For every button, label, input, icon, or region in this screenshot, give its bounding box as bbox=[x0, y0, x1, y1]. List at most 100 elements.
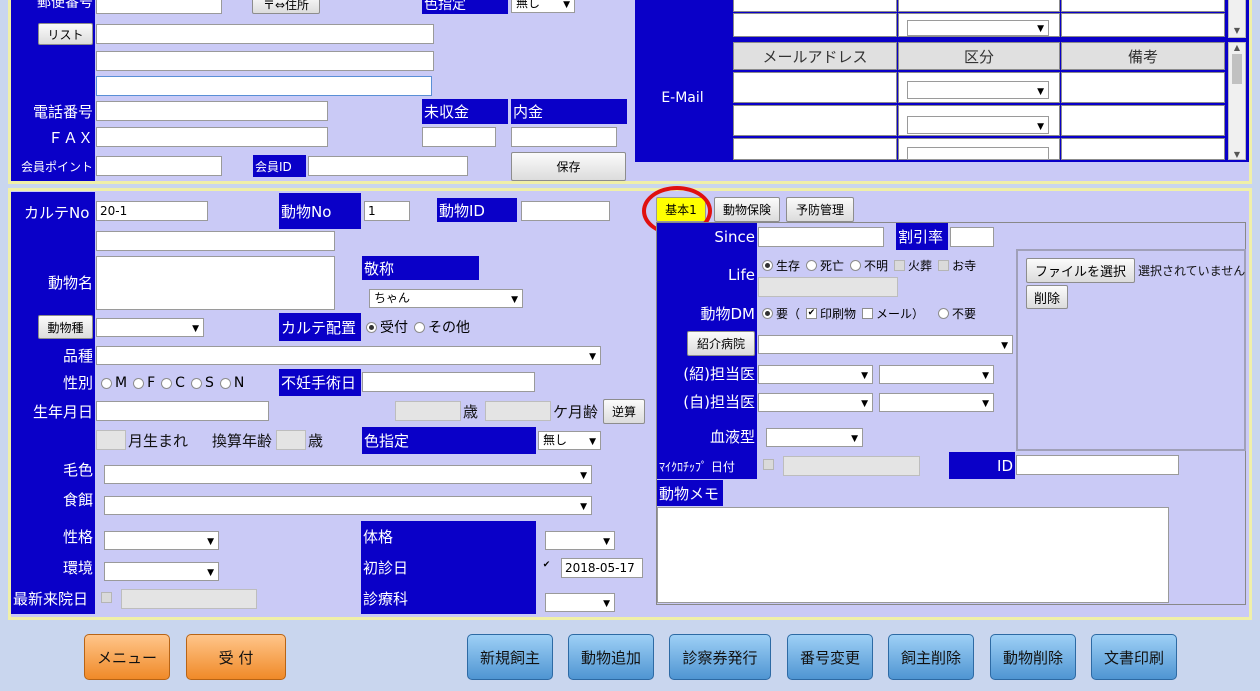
referral-doctor-select-2[interactable]: ▼ bbox=[879, 365, 994, 384]
life-check-temple[interactable] bbox=[938, 259, 950, 271]
issue-card-button[interactable]: 診察券発行 bbox=[669, 634, 771, 680]
member-id-input[interactable] bbox=[308, 156, 468, 176]
owner-color-select[interactable]: 無し ▼ bbox=[511, 0, 575, 13]
sex-radio-n[interactable] bbox=[219, 377, 231, 389]
email-type-select-1[interactable]: ▼ bbox=[907, 81, 1049, 99]
animal-memo-textarea[interactable] bbox=[657, 507, 1169, 603]
change-number-button[interactable]: 番号変更 bbox=[787, 634, 873, 680]
unpaid-input[interactable] bbox=[422, 127, 496, 147]
fax-input[interactable] bbox=[96, 127, 328, 147]
phone-row-cell-a2[interactable] bbox=[733, 13, 897, 37]
honorific-select[interactable]: ちゃん ▼ bbox=[369, 289, 523, 308]
sex-radio-f[interactable] bbox=[133, 377, 145, 389]
email-address-1[interactable] bbox=[733, 72, 897, 103]
postal-input[interactable] bbox=[96, 0, 222, 14]
choose-file-button[interactable]: ファイルを選択 bbox=[1026, 258, 1135, 283]
chart-place-radio-other[interactable] bbox=[414, 321, 425, 333]
own-doctor-select-2[interactable]: ▼ bbox=[879, 393, 994, 412]
email-notes-1[interactable] bbox=[1061, 72, 1225, 103]
scroll-down-icon[interactable]: ▼ bbox=[1229, 150, 1245, 159]
species-button[interactable]: 動物種 bbox=[38, 315, 93, 339]
email-type-select-3[interactable] bbox=[907, 147, 1049, 160]
email-type-select-2[interactable]: ▼ bbox=[907, 116, 1049, 134]
reception-button[interactable]: 受 付 bbox=[186, 634, 286, 680]
dm-check-mail[interactable] bbox=[862, 307, 874, 319]
age-years-input[interactable] bbox=[395, 401, 461, 421]
chart-no-input[interactable]: 20-1 bbox=[96, 201, 208, 221]
phone-row-cell-b1[interactable] bbox=[898, 0, 1060, 12]
species-select[interactable]: ▼ bbox=[96, 318, 204, 337]
since-input[interactable] bbox=[758, 227, 884, 247]
last-visit-input[interactable] bbox=[121, 589, 257, 609]
food-select[interactable]: ▼ bbox=[104, 496, 592, 515]
animal-id-input[interactable] bbox=[521, 201, 610, 221]
print-docs-button[interactable]: 文書印刷 bbox=[1091, 634, 1177, 680]
sex-radio-c[interactable] bbox=[161, 377, 173, 389]
new-owner-button[interactable]: 新規飼主 bbox=[467, 634, 553, 680]
chart-place-radio-reception[interactable] bbox=[366, 321, 377, 333]
build-select[interactable]: ▼ bbox=[545, 531, 615, 550]
animal-no-input[interactable]: 1 bbox=[364, 201, 410, 221]
department-select[interactable]: ▼ bbox=[545, 593, 615, 612]
life-radio-dead[interactable] bbox=[806, 259, 818, 271]
address-line-1[interactable] bbox=[96, 24, 434, 44]
email-scrollbar[interactable]: ▲ ▼ bbox=[1228, 42, 1246, 160]
reverse-calc-button[interactable]: 逆算 bbox=[603, 399, 645, 424]
chip-id-input[interactable] bbox=[1016, 455, 1179, 475]
scroll-down-icon[interactable]: ▼ bbox=[1229, 26, 1245, 35]
converted-age-input[interactable] bbox=[276, 430, 306, 450]
phone-row-cell-c2[interactable] bbox=[1061, 13, 1225, 37]
file-delete-button[interactable]: 削除 bbox=[1026, 285, 1068, 309]
dm-radio-not-required[interactable] bbox=[938, 307, 950, 319]
temperament-select[interactable]: ▼ bbox=[104, 531, 219, 550]
dm-check-print[interactable]: ✔ bbox=[806, 307, 818, 319]
phone-input[interactable] bbox=[96, 101, 328, 121]
list-button[interactable]: リスト bbox=[38, 23, 93, 45]
own-doctor-select-1[interactable]: ▼ bbox=[758, 393, 873, 412]
email-scrollbar-top[interactable]: ▼ bbox=[1228, 0, 1246, 38]
animal-kana-input[interactable] bbox=[96, 231, 335, 251]
animal-color-select[interactable]: 無し ▼ bbox=[538, 431, 601, 450]
coat-color-select[interactable]: ▼ bbox=[104, 465, 592, 484]
dm-radio-required[interactable] bbox=[762, 307, 773, 319]
referral-doctor-select-1[interactable]: ▼ bbox=[758, 365, 873, 384]
referral-hospital-button[interactable]: 紹介病院 bbox=[687, 331, 755, 356]
scroll-thumb[interactable] bbox=[1232, 54, 1242, 84]
animal-name-textarea[interactable] bbox=[96, 256, 335, 310]
blood-type-select[interactable]: ▼ bbox=[766, 428, 863, 447]
address-line-3[interactable] bbox=[96, 76, 432, 96]
life-check-cremation[interactable] bbox=[894, 259, 906, 271]
life-radio-unknown[interactable] bbox=[850, 259, 862, 271]
scroll-up-icon[interactable]: ▲ bbox=[1229, 43, 1245, 52]
last-visit-checkbox[interactable] bbox=[101, 592, 112, 603]
life-date-input[interactable] bbox=[758, 277, 898, 297]
deposit-input[interactable] bbox=[511, 127, 617, 147]
referral-hospital-select[interactable]: ▼ bbox=[758, 335, 1013, 354]
phone-row-cell-c1[interactable] bbox=[1061, 0, 1225, 12]
age-months-input[interactable] bbox=[485, 401, 551, 421]
discount-input[interactable] bbox=[950, 227, 994, 247]
email-address-2[interactable] bbox=[733, 105, 897, 136]
phone-type-select[interactable]: ▼ bbox=[907, 20, 1049, 36]
email-address-3[interactable] bbox=[733, 138, 897, 160]
tab-prevention[interactable]: 予防管理 bbox=[786, 197, 854, 222]
delete-owner-button[interactable]: 飼主削除 bbox=[888, 634, 974, 680]
life-radio-alive[interactable] bbox=[762, 259, 773, 271]
first-visit-checkbox[interactable]: ✔ bbox=[541, 561, 552, 572]
chip-date-input[interactable] bbox=[783, 456, 920, 476]
sex-radio-m[interactable] bbox=[101, 377, 112, 389]
environment-select[interactable]: ▼ bbox=[104, 562, 219, 581]
address-line-2[interactable] bbox=[96, 51, 434, 71]
tab-animal-insurance[interactable]: 動物保険 bbox=[714, 197, 780, 222]
points-input[interactable] bbox=[96, 156, 222, 176]
birth-month-input[interactable] bbox=[96, 430, 126, 450]
phone-row-cell-a1[interactable] bbox=[733, 0, 897, 12]
neuter-date-input[interactable] bbox=[362, 372, 535, 392]
delete-animal-button[interactable]: 動物削除 bbox=[990, 634, 1076, 680]
postal-address-button[interactable]: 〒⇔住所 bbox=[252, 0, 320, 14]
sex-radio-s[interactable] bbox=[190, 377, 202, 389]
chip-checkbox[interactable] bbox=[763, 459, 774, 470]
birth-date-input[interactable] bbox=[96, 401, 269, 421]
add-animal-button[interactable]: 動物追加 bbox=[568, 634, 654, 680]
first-visit-input[interactable]: 2018-05-17 bbox=[561, 558, 643, 578]
